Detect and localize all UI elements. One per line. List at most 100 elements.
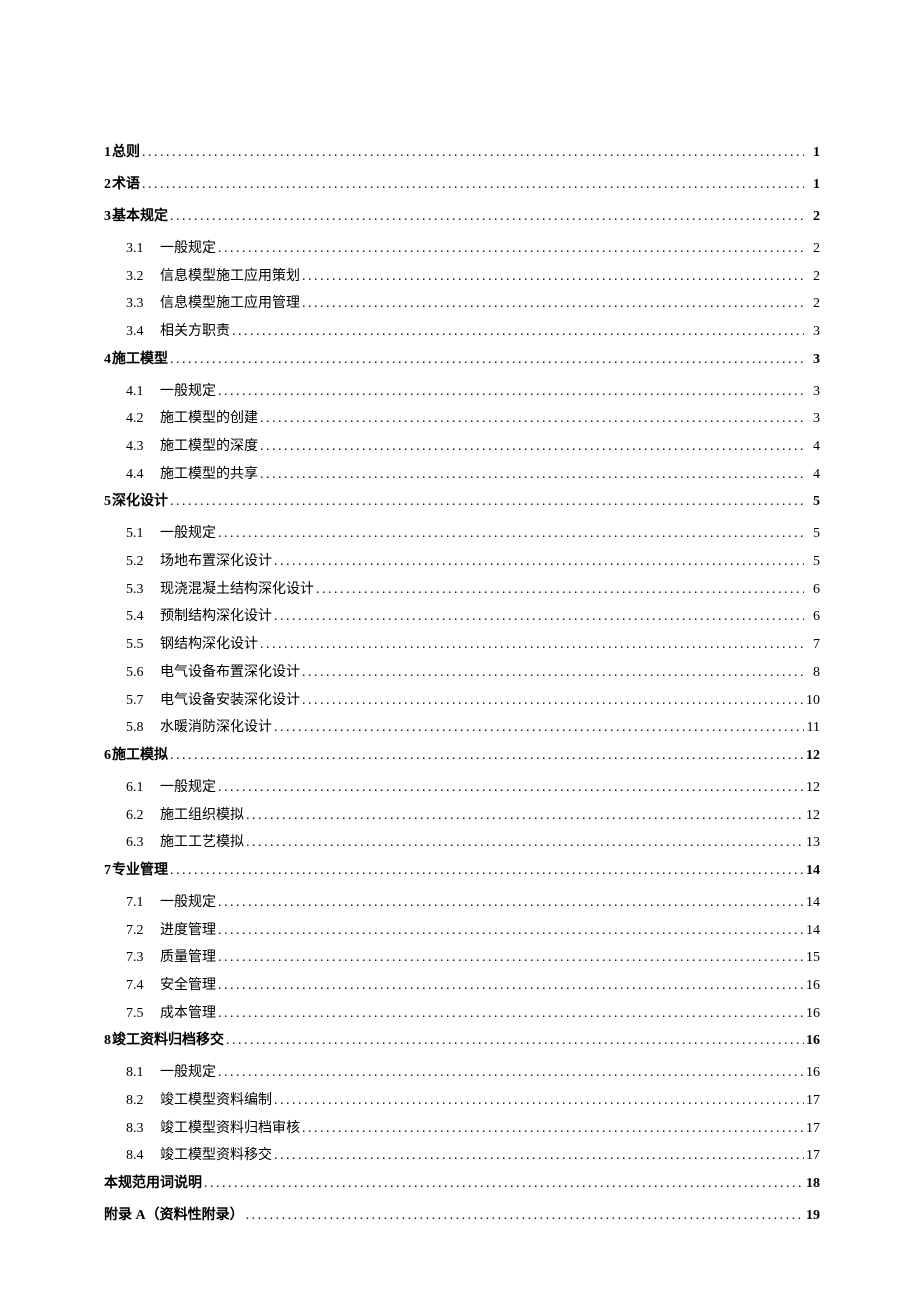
toc-entry-page: 5: [806, 525, 820, 543]
toc-leader-dots: [218, 1005, 804, 1023]
toc-entry[interactable]: 5.2场地布置深化设计5: [104, 553, 820, 571]
toc-entry-title: 成本管理: [160, 1005, 216, 1023]
toc-entry[interactable]: 7.5成本管理16: [104, 1005, 820, 1023]
toc-leader-dots: [218, 894, 804, 912]
toc-entry[interactable]: 8.3竣工模型资料归档审核17: [104, 1120, 820, 1138]
toc-entry[interactable]: 6.2施工组织模拟12: [104, 807, 820, 825]
toc-entry-number: 1: [104, 144, 111, 162]
toc-entry-title: 电气设备安装深化设计: [160, 692, 300, 710]
toc-entry[interactable]: 5.4预制结构深化设计6: [104, 608, 820, 626]
toc-entry[interactable]: 8竣工资料归档移交16: [104, 1032, 820, 1050]
toc-entry-number: 7.1: [126, 894, 160, 912]
toc-entry-number: 5.6: [126, 664, 160, 682]
toc-entry[interactable]: 3.3信息模型施工应用管理2: [104, 295, 820, 313]
toc-entry[interactable]: 5.1一般规定5: [104, 525, 820, 543]
toc-entry[interactable]: 4.2施工模型的创建3: [104, 410, 820, 428]
toc-entry[interactable]: 6施工模拟12: [104, 747, 820, 765]
toc-entry[interactable]: 7.4安全管理16: [104, 977, 820, 995]
toc-entry[interactable]: 6.3施工工艺模拟13: [104, 834, 820, 852]
toc-entry-number: 5.5: [126, 636, 160, 654]
toc-entry-page: 6: [806, 581, 820, 599]
toc-entry-number: 8.3: [126, 1120, 160, 1138]
toc-entry-page: 6: [806, 608, 820, 626]
toc-entry-number: 7.4: [126, 977, 160, 995]
toc-entry-page: 14: [806, 894, 820, 912]
toc-entry[interactable]: 5.5钢结构深化设计7: [104, 636, 820, 654]
toc-leader-dots: [170, 208, 804, 226]
toc-entry[interactable]: 5深化设计5: [104, 493, 820, 511]
toc-entry-page: 1: [806, 176, 820, 194]
toc-entry[interactable]: 8.2竣工模型资料编制17: [104, 1092, 820, 1110]
toc-entry-page: 19: [806, 1207, 820, 1225]
toc-entry-page: 2: [806, 240, 820, 258]
toc-entry[interactable]: 1总则1: [104, 144, 820, 162]
toc-entry-title: 术语: [112, 176, 140, 194]
toc-leader-dots: [204, 1175, 804, 1193]
toc-entry-page: 12: [806, 779, 820, 797]
toc-entry[interactable]: 本规范用词说明18: [104, 1175, 820, 1193]
toc-entry-number: 5.4: [126, 608, 160, 626]
toc-entry-page: 16: [806, 1005, 820, 1023]
toc-entry[interactable]: 4.1一般规定3: [104, 383, 820, 401]
toc-leader-dots: [170, 747, 804, 765]
toc-entry[interactable]: 5.8水暖消防深化设计11: [104, 719, 820, 737]
toc-entry-number: 5.2: [126, 553, 160, 571]
toc-entry[interactable]: 4.3施工模型的深度4: [104, 438, 820, 456]
toc-leader-dots: [218, 525, 804, 543]
toc-entry-page: 3: [806, 351, 820, 369]
toc-entry-number: 5.8: [126, 719, 160, 737]
toc-entry[interactable]: 8.1一般规定16: [104, 1064, 820, 1082]
toc-entry[interactable]: 5.7电气设备安装深化设计10: [104, 692, 820, 710]
toc-entry-title: 深化设计: [112, 493, 168, 511]
toc-entry[interactable]: 4.4施工模型的共享4: [104, 466, 820, 484]
toc-entry-title: 一般规定: [160, 525, 216, 543]
toc-entry-number: 6.3: [126, 834, 160, 852]
toc-entry-number: 7.3: [126, 949, 160, 967]
toc-entry[interactable]: 7.1一般规定14: [104, 894, 820, 912]
toc-entry[interactable]: 6.1一般规定12: [104, 779, 820, 797]
toc-entry-number: 3.2: [126, 268, 160, 286]
toc-entry-number: 6.2: [126, 807, 160, 825]
toc-leader-dots: [260, 438, 804, 456]
toc-entry[interactable]: 3.4相关方职责3: [104, 323, 820, 341]
toc-entry[interactable]: 3基本规定2: [104, 208, 820, 226]
toc-entry[interactable]: 5.6电气设备布置深化设计8: [104, 664, 820, 682]
toc-leader-dots: [274, 608, 804, 626]
toc-entry[interactable]: 4施工模型3: [104, 351, 820, 369]
toc-entry-number: 8.4: [126, 1147, 160, 1165]
toc-entry-page: 17: [806, 1147, 820, 1165]
toc-entry-number: 5.7: [126, 692, 160, 710]
toc-entry-title: 一般规定: [160, 383, 216, 401]
toc-entry-page: 7: [806, 636, 820, 654]
toc-leader-dots: [302, 295, 804, 313]
toc-entry-title: 一般规定: [160, 1064, 216, 1082]
toc-entry[interactable]: 7.2进度管理14: [104, 922, 820, 940]
toc-entry[interactable]: 7.3质量管理15: [104, 949, 820, 967]
toc-leader-dots: [302, 664, 804, 682]
toc-entry[interactable]: 3.2信息模型施工应用策划2: [104, 268, 820, 286]
toc-leader-dots: [246, 1207, 804, 1225]
toc-leader-dots: [218, 383, 804, 401]
toc-entry-page: 3: [806, 383, 820, 401]
toc-entry[interactable]: 2术语 1: [104, 176, 820, 194]
toc-entry-number: 4.3: [126, 438, 160, 456]
toc-entry[interactable]: 8.4竣工模型资料移交17: [104, 1147, 820, 1165]
toc-entry-title: 施工模型: [112, 351, 168, 369]
toc-leader-dots: [142, 144, 804, 162]
toc-entry-title: 施工模型的共享: [160, 466, 258, 484]
toc-entry-number: 3.3: [126, 295, 160, 313]
toc-leader-dots: [274, 719, 804, 737]
toc-entry-title: 施工组织模拟: [160, 807, 244, 825]
toc-entry[interactable]: 3.1一般规定2: [104, 240, 820, 258]
toc-entry[interactable]: 5.3现浇混凝土结构深化设计6: [104, 581, 820, 599]
toc-entry-page: 3: [806, 323, 820, 341]
toc-entry-number: 6: [104, 747, 111, 765]
toc-entry-page: 15: [806, 949, 820, 967]
toc-entry-number: 6.1: [126, 779, 160, 797]
toc-entry[interactable]: 附录 A（资料性附录）19: [104, 1207, 820, 1225]
toc-entry-title: 竣工模型资料归档审核: [160, 1120, 300, 1138]
toc-entry-title: 总则: [112, 144, 140, 162]
toc-entry-number: 2: [104, 176, 111, 194]
toc-entry-title: 信息模型施工应用管理: [160, 295, 300, 313]
toc-entry[interactable]: 7专业管理14: [104, 862, 820, 880]
